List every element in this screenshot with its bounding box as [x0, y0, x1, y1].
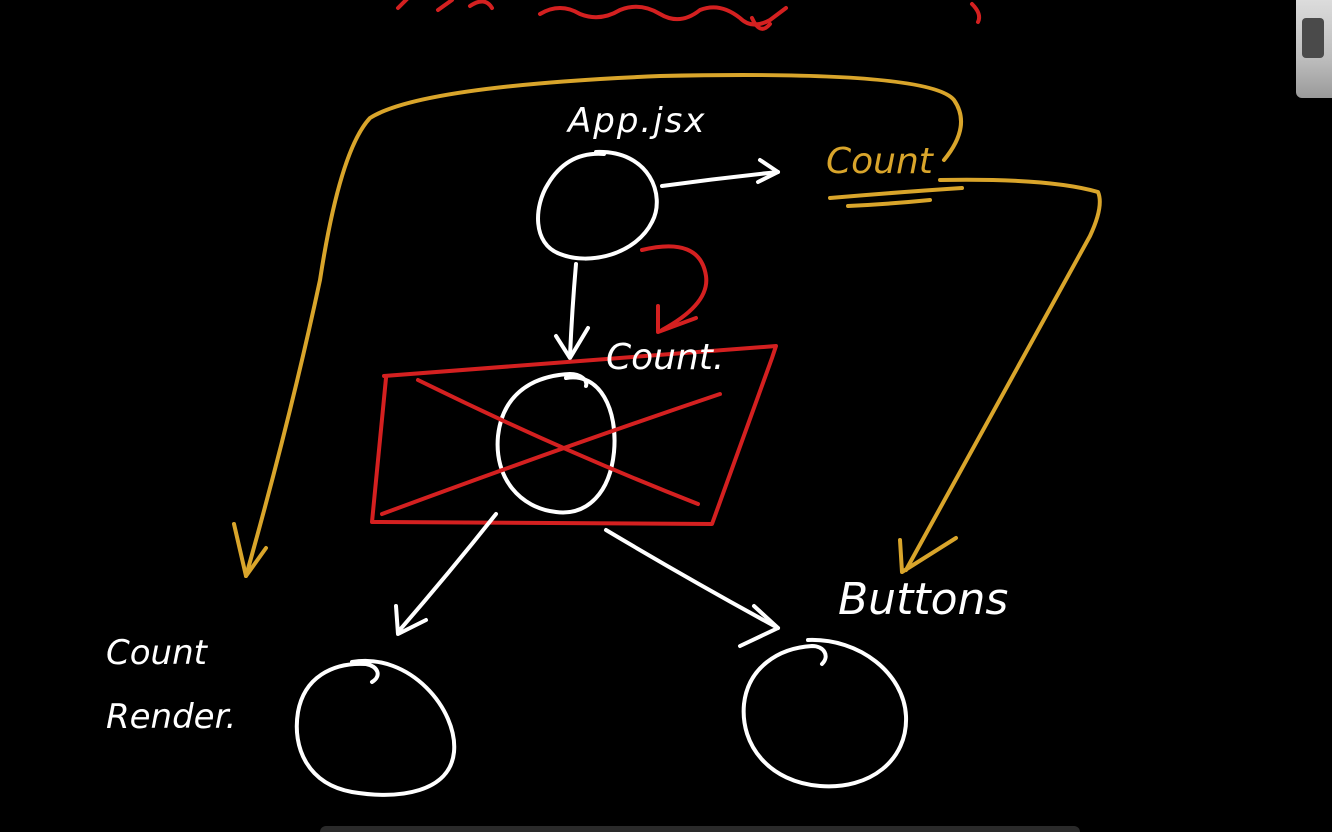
bottom-toolbar-edge — [320, 826, 1080, 832]
webcam-thumbnail — [1296, 0, 1332, 98]
count-render-node-circle — [294, 658, 457, 797]
header-scribble — [396, 0, 982, 31]
buttons-node-circle — [741, 637, 909, 789]
count-underline — [828, 186, 964, 208]
buttons-label: Buttons — [838, 574, 1009, 625]
whiteboard-canvas: App.jsx Count Count. Count Render. Butto… — [0, 0, 1332, 832]
middle-to-right-child-arrow — [604, 528, 780, 648]
count-render-label-line1: Count — [106, 633, 207, 673]
app-to-count-arrow — [660, 158, 780, 188]
count-to-buttons-prop-path — [898, 177, 1102, 574]
red-curve-arrow — [640, 244, 709, 334]
count-crossed-label: Count. — [606, 337, 725, 378]
app-to-middle-arrow — [554, 262, 590, 360]
app-node-circle — [536, 149, 659, 261]
app-label: App.jsx — [568, 101, 707, 141]
count-state-label: Count — [826, 141, 933, 182]
count-render-label-line2: Render. — [106, 697, 237, 737]
middle-to-left-child-arrow — [394, 512, 498, 636]
